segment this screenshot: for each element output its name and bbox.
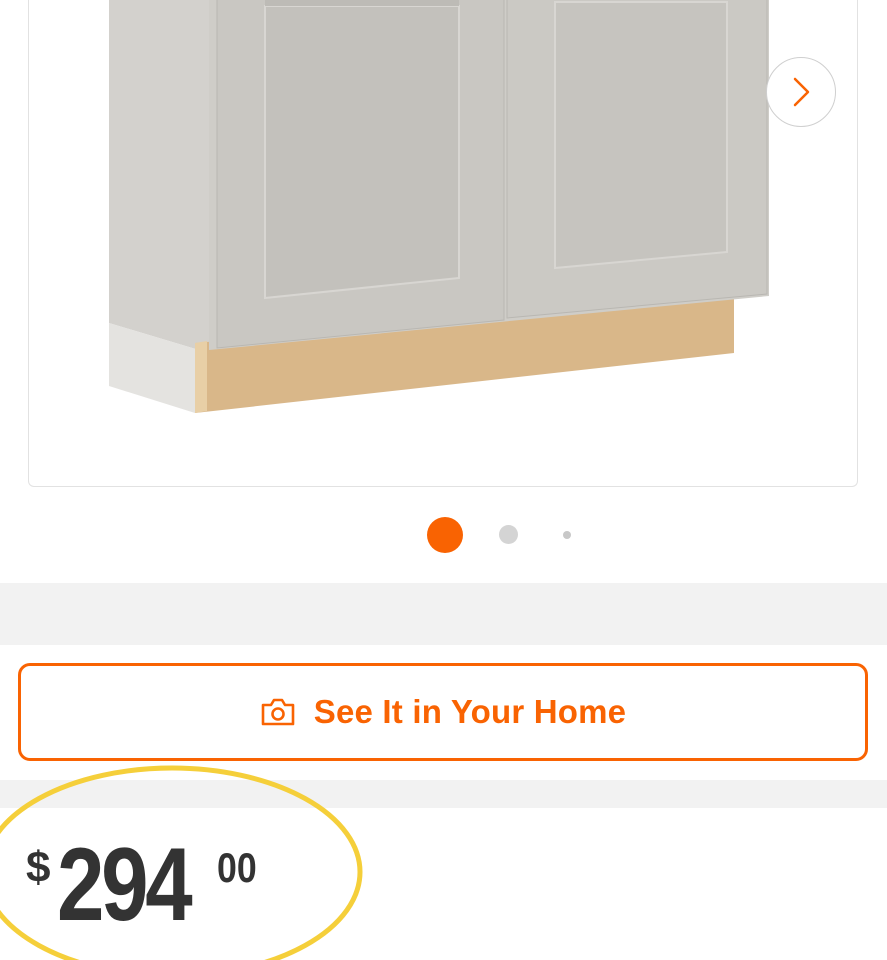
cabinet-illustration: [109, 0, 769, 413]
section-divider: [0, 780, 887, 808]
product-image-gallery: [0, 0, 887, 583]
ar-section: See It in Your Home: [0, 645, 887, 780]
price-dollars: 294: [57, 827, 193, 943]
carousel-pagination: [0, 515, 887, 555]
price-cents: 00: [217, 844, 257, 891]
section-divider: [0, 583, 887, 645]
price-currency: $: [26, 843, 51, 892]
carousel-dot[interactable]: [563, 531, 571, 539]
carousel-dot-active[interactable]: [427, 517, 463, 553]
camera-icon: [260, 697, 296, 727]
see-it-in-your-home-button[interactable]: See It in Your Home: [18, 663, 868, 761]
next-image-button[interactable]: [766, 57, 836, 127]
chevron-right-icon: [793, 77, 810, 107]
see-it-in-your-home-label: See It in Your Home: [313, 693, 627, 730]
carousel-dot[interactable]: [499, 525, 518, 544]
price-section: $ 294 00: [0, 808, 887, 960]
product-image[interactable]: [28, 0, 858, 487]
